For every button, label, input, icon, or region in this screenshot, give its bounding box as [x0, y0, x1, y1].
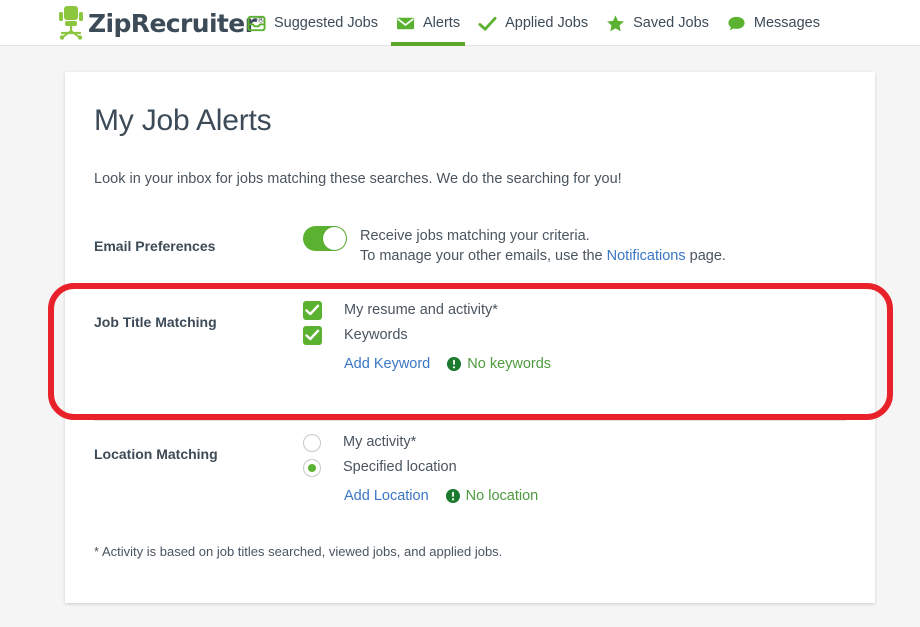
email-preferences-label: Email Preferences	[94, 238, 216, 254]
location-matching-row: Location Matching My activity* Specified…	[94, 420, 846, 548]
nav-item-saved-jobs[interactable]: Saved Jobs	[597, 0, 718, 46]
nav-item-suggested-jobs[interactable]: Suggested Jobs	[238, 0, 387, 46]
office-chair-icon	[59, 6, 83, 40]
option-label-keywords: Keywords	[344, 327, 408, 343]
option-label-my-activity: My activity*	[343, 434, 417, 450]
nav-item-alerts[interactable]: Alerts	[387, 0, 469, 46]
star-icon	[607, 14, 624, 31]
notifications-link[interactable]: Notifications	[607, 248, 686, 264]
email-preferences-text: Receive jobs matching your criteria. To …	[360, 226, 726, 266]
exclamation-circle-icon	[445, 488, 460, 503]
brand-name-text: ZipRecruiter	[88, 8, 257, 38]
email-preferences-controls: Receive jobs matching your criteria. To …	[303, 226, 726, 266]
nav-label-applied-jobs: Applied Jobs	[505, 15, 589, 31]
no-location-status: No location	[445, 487, 539, 504]
checkbox-my-resume-and-activity[interactable]	[303, 301, 322, 320]
email-preferences-row: Email Preferences Receive jobs matching …	[94, 224, 846, 288]
job-title-matching-label: Job Title Matching	[94, 314, 217, 330]
envelope-icon	[396, 17, 415, 29]
location-action-line: Add Location No location	[344, 483, 538, 508]
ziprecruiter-logo[interactable]: ZipRecruiter®	[56, 3, 265, 43]
nav-label-saved-jobs: Saved Jobs	[633, 15, 709, 31]
top-navigation-bar: ZipRecruiter® Suggested Jobs Alerts Appl…	[0, 0, 920, 46]
job-title-matching-row: Job Title Matching My resume and activit…	[94, 288, 846, 420]
speech-bubble-icon	[728, 16, 745, 30]
check-mark-icon	[478, 16, 497, 31]
job-alerts-card: My Job Alerts Look in your inbox for job…	[65, 72, 875, 603]
no-keywords-status: No keywords	[447, 356, 551, 372]
check-icon	[305, 329, 320, 341]
radio-my-activity[interactable]	[303, 434, 321, 452]
receive-jobs-toggle[interactable]	[303, 226, 347, 251]
nav-label-suggested-jobs: Suggested Jobs	[274, 15, 378, 31]
option-keywords[interactable]: Keywords	[303, 326, 551, 351]
check-icon	[305, 304, 320, 316]
nav-label-messages: Messages	[753, 15, 820, 31]
radio-specified-location[interactable]	[303, 459, 321, 477]
add-keyword-link[interactable]: Add Keyword	[344, 356, 430, 372]
inbox-tray-icon	[247, 15, 266, 31]
main-nav: Suggested Jobs Alerts Applied Jobs Saved…	[238, 0, 829, 46]
nav-item-applied-jobs[interactable]: Applied Jobs	[469, 0, 597, 46]
activity-footnote: * Activity is based on job titles search…	[94, 544, 503, 559]
option-my-activity[interactable]: My activity*	[303, 433, 538, 458]
page-title: My Job Alerts	[94, 104, 272, 137]
page-description: Look in your inbox for jobs matching the…	[94, 171, 622, 187]
location-matching-label: Location Matching	[94, 446, 218, 462]
exclamation-circle-icon	[447, 356, 462, 371]
no-location-text: No location	[465, 487, 539, 504]
toggle-knob	[323, 227, 346, 250]
manage-emails-text-before: To manage your other emails, use the	[360, 248, 607, 264]
nav-item-messages[interactable]: Messages	[718, 0, 829, 46]
email-preferences-line-2: To manage your other emails, use the Not…	[360, 246, 726, 266]
email-preferences-line-1: Receive jobs matching your criteria.	[360, 228, 590, 244]
manage-emails-text-after: page.	[685, 248, 726, 264]
nav-label-alerts: Alerts	[423, 15, 461, 31]
add-location-link[interactable]: Add Location	[344, 488, 429, 504]
location-matching-controls: My activity* Specified location Add Loca…	[303, 433, 538, 508]
keyword-action-line: Add Keyword No keywords	[344, 351, 551, 376]
checkbox-keywords[interactable]	[303, 326, 322, 345]
job-title-matching-controls: My resume and activity* Keywords Add Key…	[303, 301, 551, 376]
option-label-my-resume-and-activity: My resume and activity*	[344, 302, 498, 318]
option-specified-location[interactable]: Specified location	[303, 458, 538, 483]
option-label-specified-location: Specified location	[343, 459, 457, 475]
no-keywords-text: No keywords	[467, 355, 552, 372]
option-my-resume-and-activity[interactable]: My resume and activity*	[303, 301, 551, 326]
